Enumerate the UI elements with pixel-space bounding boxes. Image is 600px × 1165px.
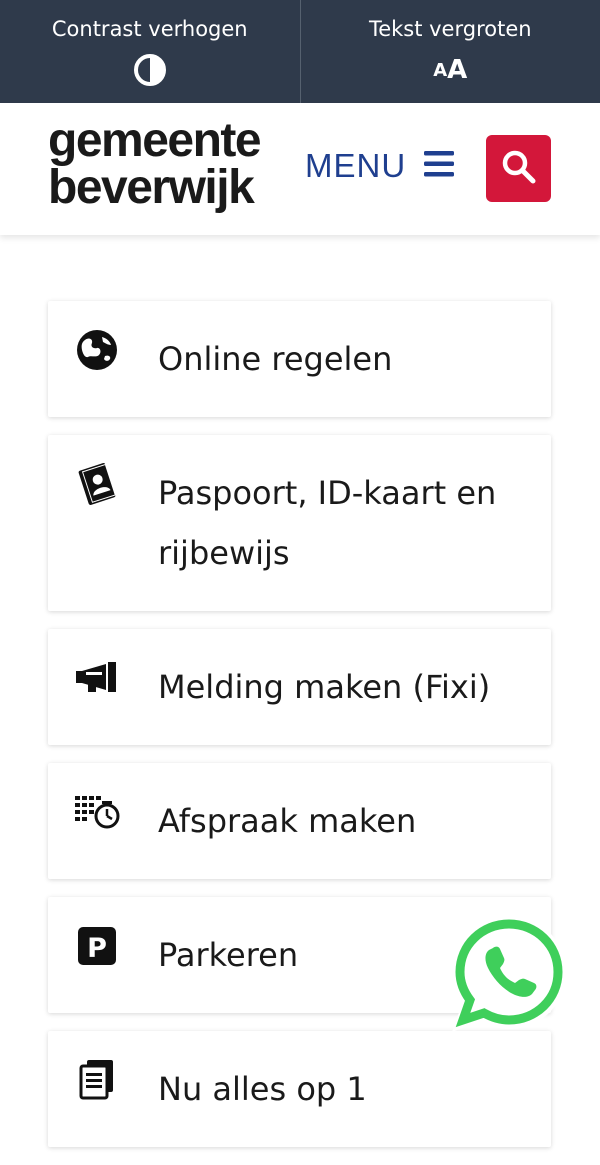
search-button[interactable] xyxy=(486,135,551,202)
card-label: Melding maken (Fixi) xyxy=(158,668,490,706)
card-label: Parkeren xyxy=(158,936,298,974)
card-label: Nu alles op 1 xyxy=(158,1070,367,1108)
text-size-label: Tekst vergroten xyxy=(369,16,532,42)
card-online-regelen[interactable]: Online regelen xyxy=(48,301,551,417)
documents-icon xyxy=(74,1057,120,1103)
megaphone-icon xyxy=(74,655,120,701)
accessibility-bar: Contrast verhogen Tekst vergroten AA xyxy=(0,0,600,103)
text-size-toggle[interactable]: Tekst vergroten AA xyxy=(300,0,600,103)
contrast-toggle[interactable]: Contrast verhogen xyxy=(0,0,300,103)
text-size-small-a: A xyxy=(433,60,447,81)
logo-line-1: gemeente xyxy=(48,117,260,164)
hamburger-icon xyxy=(424,151,454,181)
parking-icon: P xyxy=(74,923,120,969)
contrast-icon xyxy=(133,53,167,87)
search-icon xyxy=(501,149,537,189)
logo-line-2: beverwijk xyxy=(48,164,260,211)
card-afspraak-maken[interactable]: Afspraak maken xyxy=(48,763,551,879)
text-size-icon: AA xyxy=(433,53,467,87)
menu-label: MENU xyxy=(305,147,406,185)
logo[interactable]: gemeente beverwijk xyxy=(48,117,260,211)
card-label: Paspoort, ID-kaart en rijbewijs xyxy=(158,474,496,572)
card-nu-alles[interactable]: Nu alles op 1 xyxy=(48,1031,551,1147)
calendar-clock-icon xyxy=(74,789,120,835)
card-paspoort[interactable]: Paspoort, ID-kaart en rijbewijs xyxy=(48,435,551,611)
svg-text:P: P xyxy=(87,933,107,964)
passport-icon xyxy=(74,461,120,507)
whatsapp-button[interactable] xyxy=(448,912,570,1036)
card-label: Online regelen xyxy=(158,340,392,378)
contrast-label: Contrast verhogen xyxy=(52,16,248,42)
card-melding-maken[interactable]: Melding maken (Fixi) xyxy=(48,629,551,745)
text-size-big-a: A xyxy=(447,55,467,85)
card-label: Afspraak maken xyxy=(158,802,416,840)
menu-button[interactable]: MENU xyxy=(305,147,454,185)
site-header: gemeente beverwijk MENU xyxy=(0,103,600,235)
whatsapp-icon xyxy=(448,1021,570,1040)
globe-icon xyxy=(74,327,120,373)
